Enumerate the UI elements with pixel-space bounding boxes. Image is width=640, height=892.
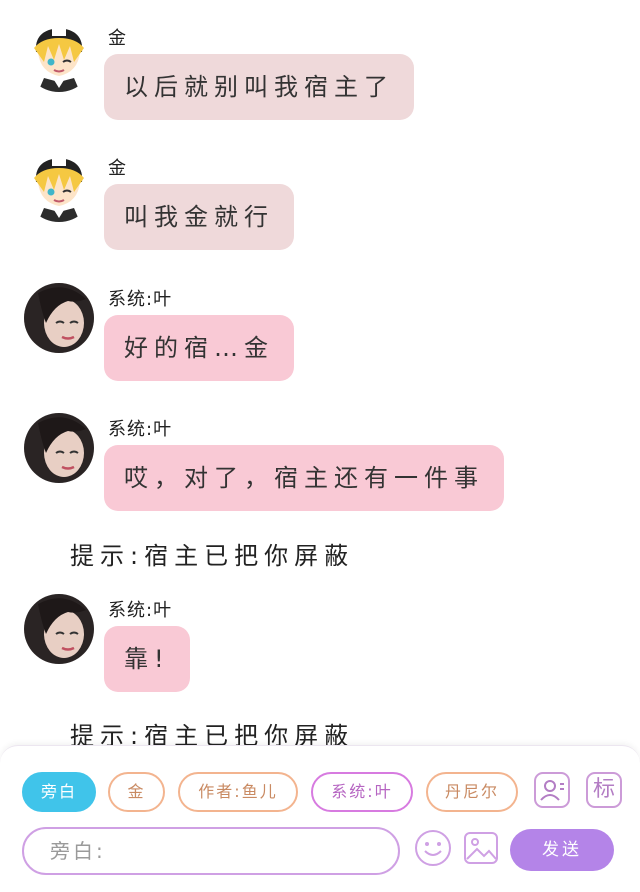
chat-area: 金 以后就别叫我宿主了 金 叫我金就行 系统:叶 好的宿…金 系统:叶 哎，对了… bbox=[0, 0, 640, 745]
message-bubble[interactable]: 靠! bbox=[104, 626, 190, 692]
message-bubble[interactable]: 以后就别叫我宿主了 bbox=[104, 54, 414, 120]
system-notice: 提示:宿主已把你屏蔽 bbox=[70, 542, 355, 570]
send-button[interactable]: 发送 bbox=[510, 829, 614, 871]
blonde-anime-boy-avatar[interactable] bbox=[24, 22, 94, 92]
emoji-icon[interactable] bbox=[414, 829, 452, 867]
sender-name: 系统:叶 bbox=[108, 419, 173, 440]
girl-photo-avatar[interactable] bbox=[24, 594, 94, 664]
role-chip-author[interactable]: 作者:鱼儿 bbox=[178, 772, 298, 812]
message-input[interactable]: 旁白: bbox=[22, 827, 400, 875]
sender-name: 系统:叶 bbox=[108, 600, 173, 621]
sender-name: 金 bbox=[108, 28, 127, 49]
blonde-anime-boy-avatar[interactable] bbox=[24, 152, 94, 222]
girl-photo-avatar[interactable] bbox=[24, 283, 94, 353]
system-notice: 提示:宿主已把你屏蔽 bbox=[70, 722, 355, 745]
message-bubble[interactable]: 哎，对了，宿主还有一件事 bbox=[104, 445, 504, 511]
sender-name: 金 bbox=[108, 158, 127, 179]
message-bubble[interactable]: 叫我金就行 bbox=[104, 184, 294, 250]
sender-name: 系统:叶 bbox=[108, 289, 173, 310]
tag-icon[interactable]: 标 bbox=[586, 772, 622, 808]
role-chip-narration[interactable]: 旁白 bbox=[22, 772, 96, 812]
role-chip-dannier[interactable]: 丹尼尔 bbox=[426, 772, 518, 812]
girl-photo-avatar[interactable] bbox=[24, 413, 94, 483]
role-chip-system[interactable]: 系统:叶 bbox=[311, 772, 413, 812]
image-icon[interactable] bbox=[462, 829, 500, 867]
character-card-icon[interactable] bbox=[534, 772, 570, 808]
role-chip-jin[interactable]: 金 bbox=[108, 772, 165, 812]
input-panel: 旁白 金 作者:鱼儿 系统:叶 丹尼尔 标 旁白: 发送 bbox=[0, 745, 640, 892]
message-bubble[interactable]: 好的宿…金 bbox=[104, 315, 294, 381]
